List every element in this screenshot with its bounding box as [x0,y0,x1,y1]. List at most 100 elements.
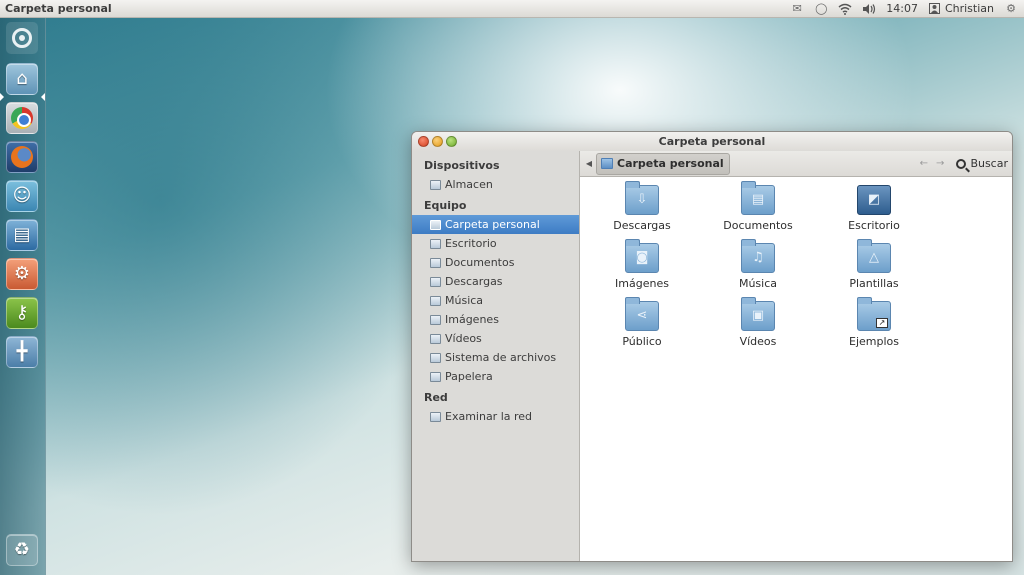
desktop-folder-icon: ◩ [857,185,891,215]
office-launcher[interactable]: ⚙ [6,258,38,290]
writer-launcher[interactable]: ▤ [6,219,38,251]
volume-icon[interactable] [862,2,876,16]
user-menu[interactable]: Christian [928,2,994,16]
sidebar-item-label: Vídeos [445,332,482,345]
file-item-imagenes[interactable]: ◙ Imágenes [592,239,692,290]
sidebar-item-label: Papelera [445,370,493,383]
sidebar-item-documents[interactable]: Documentos [412,253,579,272]
search-button[interactable]: Buscar [956,157,1008,170]
dash-home-button[interactable] [6,22,38,54]
file-label: Público [622,335,662,348]
ubuntu-logo-icon [12,28,32,48]
documents-folder-icon [430,257,441,268]
firefox-icon [11,146,33,168]
chrome-launcher[interactable] [6,102,38,134]
sidebar-item-label: Música [445,294,484,307]
music-folder-icon: ♫ [741,239,775,273]
file-item-escritorio[interactable]: ◩ Escritorio [824,185,924,232]
close-button[interactable] [418,136,429,147]
chat-icon: ☺ [12,185,32,206]
pictures-folder-icon: ◙ [625,239,659,273]
file-label: Vídeos [739,335,777,348]
file-item-plantillas[interactable]: △ Plantillas [824,239,924,290]
messaging-icon[interactable]: ◯ [814,2,828,16]
wifi-icon[interactable] [838,2,852,16]
sidebar-item-trash[interactable]: Papelera [412,367,579,386]
sidebar-item-music[interactable]: Música [412,291,579,310]
sidebar-item-browse-network[interactable]: Examinar la red [412,407,579,426]
file-view[interactable]: ⇩ Descargas ▤ Documentos ◩ Escritorio ◙ … [580,177,1012,561]
sidebar-item-desktop[interactable]: Escritorio [412,234,579,253]
search-label: Buscar [970,157,1008,170]
sidebar-item-pictures[interactable]: Imágenes [412,310,579,329]
sidebar-item-downloads[interactable]: Descargas [412,272,579,291]
documents-folder-icon: ▤ [741,181,775,215]
trash-icon: ♻ [13,539,31,560]
chrome-icon [11,107,33,129]
file-item-publico[interactable]: ⋖ Público [592,297,692,348]
gear-icon[interactable]: ⚙ [1004,2,1018,16]
examples-folder-icon: ↗ [857,297,891,331]
public-folder-icon: ⋖ [625,297,659,331]
sidebar-item-almacen[interactable]: Almacen [412,175,579,194]
home-folder-launcher[interactable]: ⌂ [6,63,38,95]
file-label: Plantillas [849,277,899,290]
file-item-musica[interactable]: ♫ Música [708,239,808,290]
sidebar-item-label: Escritorio [445,237,497,250]
sidebar-item-home[interactable]: Carpeta personal [412,215,579,234]
mail-icon[interactable]: ✉ [790,2,804,16]
document-icon: ▤ [13,224,31,245]
icon-grid: ⇩ Descargas ▤ Documentos ◩ Escritorio ◙ … [580,177,1012,377]
firefox-launcher[interactable] [6,141,38,173]
running-indicator [0,93,4,101]
file-item-documentos[interactable]: ▤ Documentos [708,181,808,232]
user-icon [928,2,942,16]
file-item-ejemplos[interactable]: ↗ Ejemplos [824,297,924,348]
top-panel: Carpeta personal ✉ ◯ 14:07 Christian ⚙ [0,0,1024,18]
videos-folder-icon [430,333,441,344]
file-label: Documentos [723,219,793,232]
sidebar-item-label: Descargas [445,275,503,288]
clock[interactable]: 14:07 [886,2,918,15]
file-label: Ejemplos [849,335,899,348]
sidebar-item-label: Documentos [445,256,515,269]
empathy-launcher[interactable]: ☺ [6,180,38,212]
maximize-button[interactable] [446,136,457,147]
places-sidebar: Dispositivos Almacen Equipo Carpeta pers… [412,151,580,561]
download-folder-icon [430,276,441,287]
breadcrumb-home[interactable]: Carpeta personal [596,152,730,175]
download-folder-icon: ⇩ [625,181,659,215]
templates-folder-icon: △ [857,239,891,273]
workspace-launcher[interactable]: ╋ [6,336,38,368]
sidebar-item-filesystem[interactable]: Sistema de archivos [412,348,579,367]
user-name: Christian [944,2,994,15]
search-icon [956,158,967,169]
videos-folder-icon: ▣ [741,297,775,331]
sidebar-item-label: Imágenes [445,313,499,326]
file-item-videos[interactable]: ▣ Vídeos [708,297,808,348]
trash-launcher[interactable]: ♻ [6,534,38,566]
file-label: Música [738,277,778,290]
focused-indicator [41,93,45,101]
sidebar-item-label: Carpeta personal [445,218,540,231]
window-titlebar[interactable]: Carpeta personal [412,132,1012,151]
breadcrumb-label: Carpeta personal [617,157,724,170]
minimize-button[interactable] [432,136,443,147]
file-label: Escritorio [848,219,900,232]
sidebar-item-label: Almacen [445,178,493,191]
forward-arrow-icon[interactable]: → [936,158,944,169]
trash-icon [430,371,441,382]
breadcrumb-scroll-left-icon[interactable]: ◀ [582,159,596,168]
sidebar-item-label: Sistema de archivos [445,351,557,364]
back-arrow-icon[interactable]: ← [920,158,928,169]
sidebar-heading-network: Red [424,391,448,404]
workspace-switcher-icon: ╋ [16,341,28,362]
file-label: Imágenes [615,277,669,290]
file-item-descargas[interactable]: ⇩ Descargas [592,181,692,232]
sidebar-item-videos[interactable]: Vídeos [412,329,579,348]
home-folder-icon: ⌂ [16,68,28,89]
window-controls [418,136,457,147]
home-folder-icon [601,158,613,169]
sidebar-item-label: Examinar la red [445,410,533,423]
keys-launcher[interactable]: ⚷ [6,297,38,329]
